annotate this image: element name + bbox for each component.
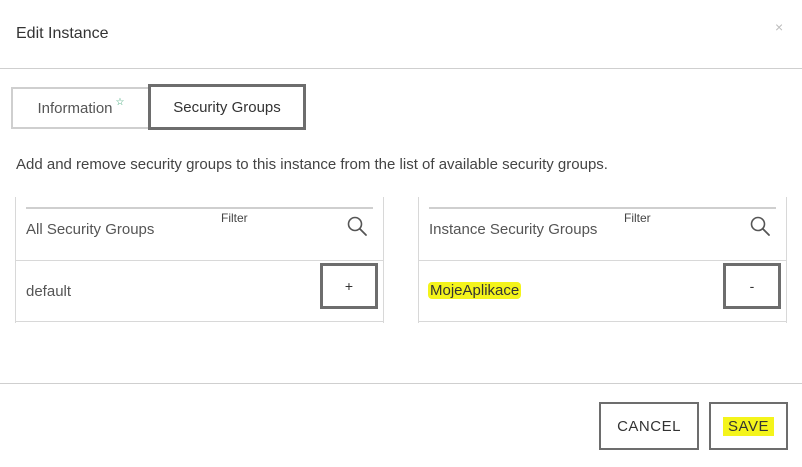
save-button[interactable]: SAVE [709,402,788,450]
panel-divider [419,260,786,261]
all-security-groups-panel: All Security Groups Filter default + [15,197,384,323]
cancel-button-label: CANCEL [617,417,681,435]
instance-security-groups-panel: Instance Security Groups Filter MojeApli… [418,197,787,323]
cancel-button[interactable]: CANCEL [599,402,699,450]
description-text: Add and remove security groups to this i… [16,156,608,173]
search-icon[interactable] [749,215,771,237]
panel-top-border [429,207,776,209]
tab-security-groups[interactable]: Security Groups [148,84,306,130]
tab-security-groups-label: Security Groups [173,98,281,116]
close-icon[interactable]: × [775,19,783,35]
footer-divider [0,383,802,384]
dialog-title: Edit Instance [16,25,109,42]
tab-information-label: Information [37,99,113,117]
panel-top-border [26,207,373,209]
save-button-label: SAVE [723,416,774,436]
instance-security-groups-header: Instance Security Groups [429,221,598,238]
panel-bottom-border [16,321,383,322]
list-item: default [26,283,72,300]
panel-bottom-border [419,321,786,322]
search-icon[interactable] [346,215,368,237]
all-security-groups-header: All Security Groups [26,221,155,238]
list-item: MojeAplikace [428,282,522,299]
star-icon: ☆ [115,96,125,108]
add-group-button[interactable]: + [320,263,378,309]
filter-label: Filter [624,211,651,225]
remove-group-button[interactable]: - [723,263,781,309]
tab-information[interactable]: Information ☆ [11,87,149,129]
dialog-header: Edit Instance × [0,0,802,69]
filter-label: Filter [221,211,248,225]
panel-divider [16,260,383,261]
